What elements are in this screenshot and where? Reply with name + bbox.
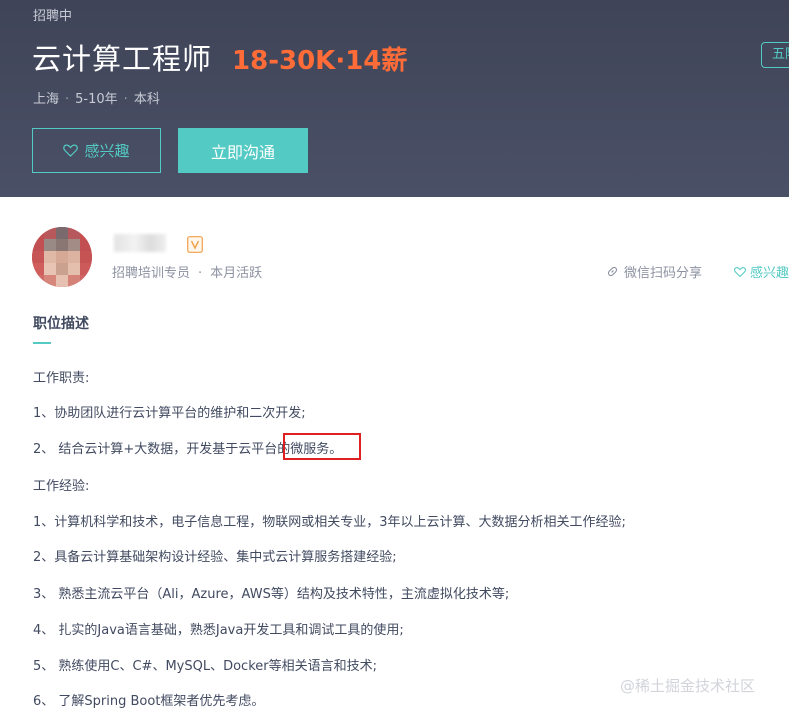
desc-line: 1、协助团队进行云计算平台的维护和二次开发; [33, 406, 306, 421]
interest-button-label: 感兴趣 [84, 142, 130, 160]
link-icon [607, 266, 618, 277]
recruiter-name-blurred [114, 234, 166, 252]
recruiter-meta-separator: · [198, 266, 203, 281]
section-title-job-description: 职位描述 [33, 316, 89, 332]
watermark: @稀土掘金技术社区 [620, 677, 756, 695]
avatar-pixelated [32, 227, 92, 287]
meta-separator: · [65, 92, 70, 107]
section-underline [33, 342, 51, 344]
recruiter-role: 招聘培训专员 [112, 266, 191, 281]
interest-link[interactable]: 感兴趣 [734, 262, 789, 281]
share-label: 微信扫码分享 [624, 266, 703, 281]
job-meta: 上海 · 5-10年 · 本科 [33, 88, 160, 107]
avatar [32, 227, 92, 287]
job-status: 招聘中 [33, 9, 73, 24]
desc-line: 5、 熟练使用C、C#、MySQL、Docker等相关语言和技术; [33, 659, 377, 674]
recruiter-meta: 招聘培训专员 · 本月活跃 [112, 262, 262, 281]
desc-line: 1、计算机科学和技术，电子信息工程，物联网或相关专业，3年以上云计算、大数据分析… [33, 515, 626, 530]
heart-icon [734, 266, 746, 277]
meta-separator: · [123, 92, 128, 107]
salary: 18-30K·14薪 [232, 46, 408, 76]
interest-button[interactable]: 感兴趣 [32, 128, 161, 173]
interest-link-label: 感兴趣 [749, 266, 789, 281]
desc-line: 工作经验: [33, 479, 90, 494]
desc-line: 2、具备云计算基础架构设计经验、集中式云计算服务搭建经验; [33, 550, 397, 565]
desc-line: 3、 熟悉主流云平台（Ali，Azure，AWS等）结构及技术特性，主流虚拟化技… [33, 587, 510, 602]
desc-line: 工作职责: [33, 371, 90, 386]
recruiter-activity: 本月活跃 [210, 266, 263, 281]
wechat-share-link[interactable]: 微信扫码分享 [606, 262, 702, 281]
highlight-box [283, 433, 361, 460]
job-title: 云计算工程师 [32, 42, 213, 76]
job-experience: 5-10年 [75, 92, 118, 107]
benefit-tag: 五险 [761, 42, 789, 68]
verified-badge-icon [187, 236, 203, 253]
title-row: 云计算工程师 18-30K·14薪 [32, 36, 407, 78]
chat-now-button[interactable]: 立即沟通 [178, 128, 308, 173]
job-header: 招聘中 云计算工程师 18-30K·14薪 上海 · 5-10年 · 本科 五险 感兴趣… [0, 0, 789, 197]
job-city: 上海 [33, 92, 60, 107]
desc-line: 2、 结合云计算+大数据，开发基于云平台的微服务。 [33, 442, 343, 457]
heart-icon [63, 144, 79, 157]
job-education: 本科 [133, 92, 160, 107]
desc-line: 4、 扎实的Java语言基础，熟悉Java开发工具和调试工具的使用; [33, 623, 404, 638]
